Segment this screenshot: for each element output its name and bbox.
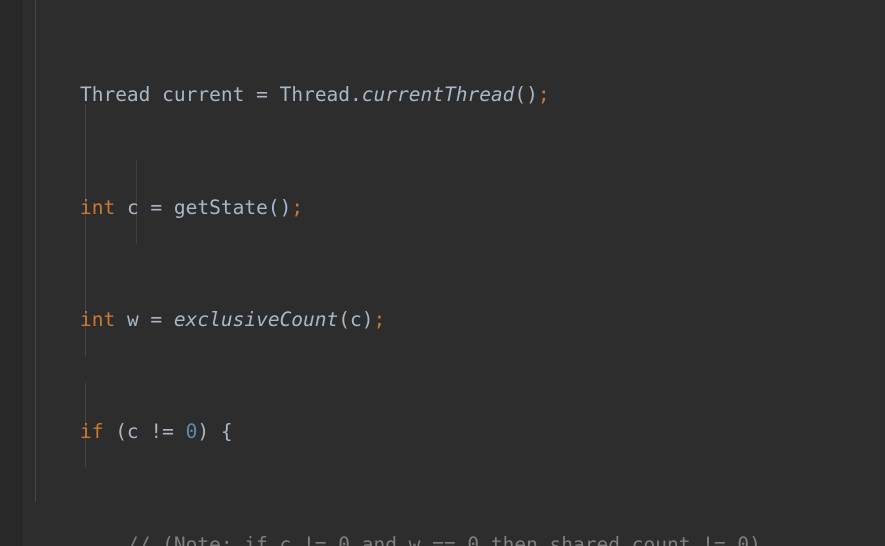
token-class: Thread: [279, 83, 351, 107]
code-editor[interactable]: Thread current = Thread.currentThread();…: [0, 0, 885, 546]
code-line[interactable]: int w = exclusiveCount(c);: [0, 306, 885, 334]
token-variable: current: [162, 83, 245, 107]
token-variable: w =: [115, 308, 174, 332]
token-semicolon: ;: [291, 195, 304, 219]
token-variable: c =: [115, 195, 174, 219]
token-keyword: int: [79, 195, 116, 219]
token-keyword: int: [79, 308, 116, 332]
token-punctuation: (c !=: [103, 420, 186, 444]
code-line[interactable]: Thread current = Thread.currentThread();: [0, 81, 885, 109]
token-semicolon: ;: [373, 308, 386, 332]
token-number: 0: [185, 420, 198, 444]
token-keyword: if: [79, 420, 104, 444]
token-punctuation: ) {: [197, 420, 233, 444]
code-content[interactable]: Thread current = Thread.currentThread();…: [0, 0, 885, 546]
token-comment: // (Note: if c != 0 and w == 0 then shar…: [126, 532, 761, 546]
token-method: exclusiveCount: [173, 308, 339, 332]
code-line[interactable]: // (Note: if c != 0 and w == 0 then shar…: [0, 531, 885, 546]
token-operator: =: [244, 83, 280, 107]
code-line[interactable]: if (c != 0) {: [0, 418, 885, 446]
token-semicolon: ;: [537, 83, 550, 107]
code-line[interactable]: int c = getState();: [0, 194, 885, 222]
token-type: Thread: [79, 83, 151, 107]
token-method: currentThread: [361, 83, 515, 107]
token-paren: (c): [338, 308, 374, 332]
token-paren: (): [514, 83, 538, 107]
token-paren: (): [267, 195, 292, 219]
token-method: getState: [173, 195, 268, 219]
token-dot: .: [350, 83, 362, 107]
